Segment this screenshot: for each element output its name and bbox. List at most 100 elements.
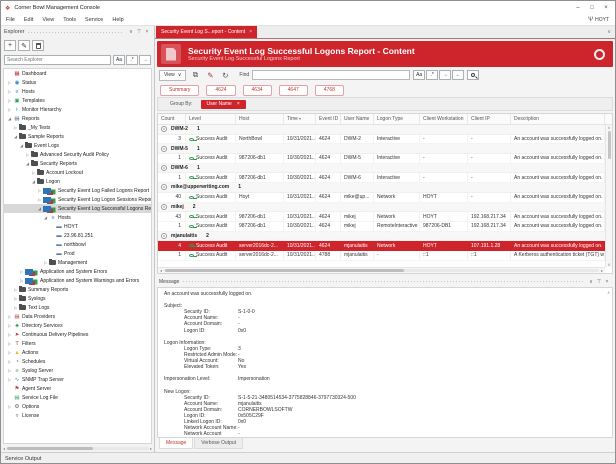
- search-button[interactable]: [467, 70, 479, 80]
- tree-item-hosts[interactable]: ▷≡Hosts: [4, 87, 151, 96]
- tree-item-northbowl[interactable]: ▬northbowl: [4, 240, 151, 249]
- group-by-chip[interactable]: User Name ×: [201, 100, 246, 109]
- column-header-description[interactable]: Description: [511, 114, 605, 124]
- expander-icon[interactable]: ▷: [30, 170, 37, 175]
- expander-icon[interactable]: ▷: [6, 341, 13, 346]
- menu-view[interactable]: View: [42, 17, 54, 23]
- scrollbar-thumb[interactable]: [608, 131, 611, 159]
- tree-item-security-event-log-failed-logons-report[interactable]: ▷Security Event Log Failed Logons Report: [4, 186, 151, 195]
- expander-icon[interactable]: ▷: [6, 404, 13, 409]
- expander-icon[interactable]: ◢: [24, 161, 31, 166]
- tree-item-schedules[interactable]: ▷◔Schedules: [4, 357, 151, 366]
- panel-drag-area[interactable]: [28, 32, 123, 33]
- scroll-right-icon[interactable]: ▸: [601, 268, 603, 273]
- chevron-down-icon[interactable]: ∨: [127, 29, 135, 35]
- pin-icon[interactable]: ⊤: [595, 279, 603, 285]
- table-row[interactable]: 1Success Audit987206-db110/30/2021...462…: [158, 222, 605, 232]
- expander-icon[interactable]: ▷: [18, 269, 25, 274]
- tree-item-license[interactable]: ¤License: [4, 411, 151, 420]
- expander-icon[interactable]: ▷: [6, 368, 13, 373]
- column-header-event-id[interactable]: Event ID: [316, 114, 341, 124]
- tree-item-dashboard[interactable]: ▦Dashboard: [4, 69, 151, 78]
- tree-item-security-reports[interactable]: ◢Security Reports: [4, 159, 151, 168]
- edit-button[interactable]: ✎: [18, 40, 30, 51]
- column-header-time[interactable]: Time ▾: [284, 114, 316, 124]
- find-next-button[interactable]: →: [139, 55, 151, 65]
- remove-group-icon[interactable]: ×: [237, 101, 240, 107]
- expander-icon[interactable]: ◢: [36, 206, 43, 211]
- scrollbar-thumb[interactable]: [7, 447, 93, 450]
- expander-icon[interactable]: ◢: [30, 179, 37, 184]
- chevron-down-icon[interactable]: ∨: [587, 279, 595, 285]
- tree-item-my-tests[interactable]: ▷_My Tests: [4, 123, 151, 132]
- collapse-group-icon[interactable]: ∧: [161, 146, 167, 152]
- scrollbar-track[interactable]: [164, 269, 599, 272]
- expander-icon[interactable]: ◢: [12, 134, 19, 139]
- tab-verbose-output[interactable]: Verbose Output: [194, 438, 243, 449]
- filter-button-4634[interactable]: 4634: [243, 85, 272, 96]
- tab-message[interactable]: Message: [159, 438, 193, 449]
- tree-item-summary-reports[interactable]: ▷Summary Reports: [4, 285, 151, 294]
- maximize-button[interactable]: □: [585, 5, 599, 11]
- tree-item-hoyt[interactable]: ▬HOYT: [4, 222, 151, 231]
- column-header-count[interactable]: Count: [158, 114, 186, 124]
- tree-item-management[interactable]: ▷Management: [4, 258, 151, 267]
- tree-item-23-96-81-251[interactable]: ▬23.96.81.251: [4, 231, 151, 240]
- find-previous-button[interactable]: ←: [452, 70, 464, 80]
- regex-button[interactable]: .*: [126, 55, 138, 65]
- expander-icon[interactable]: ▷: [36, 188, 43, 193]
- filter-button-4624[interactable]: 4624: [206, 85, 235, 96]
- scroll-up-icon[interactable]: ∧: [608, 125, 611, 130]
- table-row[interactable]: 4Success Auditserver2016dc-2...10/31/202…: [158, 241, 605, 251]
- tree-item-actions[interactable]: ▷▲Actions: [4, 348, 151, 357]
- tree-item-text-logs[interactable]: ▷Text Logs: [4, 303, 151, 312]
- expander-icon[interactable]: ◢: [18, 143, 25, 148]
- tree-item-advanced-security-audit-policy[interactable]: ▷Advanced Security Audit Policy: [4, 150, 151, 159]
- column-header-host[interactable]: Host: [236, 114, 284, 124]
- expander-icon[interactable]: ▷: [12, 305, 19, 310]
- group-row-dwm-6[interactable]: ∧DWM-61: [158, 164, 605, 174]
- group-row-mikej[interactable]: ∧mikej2: [158, 203, 605, 213]
- tree-item-agent-server[interactable]: ⚑Agent Server: [4, 384, 151, 393]
- expander-icon[interactable]: ▷: [12, 287, 19, 292]
- column-header-logon-type[interactable]: Logon Type: [374, 114, 420, 124]
- expander-icon[interactable]: ◢: [42, 215, 49, 220]
- menu-tools[interactable]: Tools: [63, 17, 76, 23]
- table-row[interactable]: 40Success AuditHoyt10/31/2021...4624mike…: [158, 193, 605, 203]
- expander-icon[interactable]: ▷: [6, 314, 13, 319]
- tree-item-data-providers[interactable]: ▷▤Data Providers: [4, 312, 151, 321]
- match-case-button[interactable]: Aa: [413, 70, 425, 80]
- tree-item-security-event-log-successful-logons-report[interactable]: ◢Security Event Log Successful Logons Re…: [4, 204, 151, 213]
- scroll-left-icon[interactable]: ◂: [3, 446, 5, 451]
- expander-icon[interactable]: ▷: [6, 377, 13, 382]
- tree-item-logon[interactable]: ◢Logon: [4, 177, 151, 186]
- expander-icon[interactable]: ▷: [6, 350, 13, 355]
- explorer-horizontal-scrollbar[interactable]: ◂ ▸: [1, 444, 154, 452]
- tree-item-application-and-system-errors[interactable]: ▷Application and System Errors: [4, 267, 151, 276]
- find-input[interactable]: [252, 70, 410, 80]
- scroll-down-icon[interactable]: ∨: [608, 262, 611, 267]
- table-row[interactable]: 1Success Auditserver2016dc-2...10/31/202…: [158, 251, 605, 261]
- close-button[interactable]: ×: [599, 5, 613, 11]
- tree-item-sample-reports[interactable]: ◢Sample Reports: [4, 132, 151, 141]
- expander-icon[interactable]: ▷: [6, 359, 13, 364]
- group-row-dwm-2[interactable]: ∧DWM-21: [158, 125, 605, 135]
- table-row[interactable]: 43Success Audit987206-db110/31/2021...46…: [158, 212, 605, 222]
- expander-icon[interactable]: ▷: [6, 107, 13, 112]
- tree-item-snmp-trap-server[interactable]: ▷∿SNMP Trap Server: [4, 375, 151, 384]
- tree-item-status[interactable]: ▷◉Status: [4, 78, 151, 87]
- tree-item-directory-services[interactable]: ▷♣Directory Services: [4, 321, 151, 330]
- close-panel-icon[interactable]: ×: [603, 279, 611, 285]
- tree-item-monitor-hierarchy[interactable]: ▷⊦Monitor Hierarchy: [4, 105, 151, 114]
- expander-icon[interactable]: ▷: [6, 98, 13, 103]
- expander-icon[interactable]: ▷: [12, 125, 19, 130]
- tree-item-reports[interactable]: ◢▤Reports: [4, 114, 151, 123]
- expander-icon[interactable]: ▷: [6, 323, 13, 328]
- table-vertical-scrollbar[interactable]: ∧ ∨: [605, 125, 612, 267]
- regex-button[interactable]: .*: [426, 70, 438, 80]
- pin-icon[interactable]: ⊤: [135, 29, 143, 35]
- match-case-button[interactable]: Aa: [113, 55, 125, 65]
- tree-item-security-event-log-logon-sessions-report[interactable]: ▷Security Event Log Logon Sessions Repor…: [4, 195, 151, 204]
- add-button[interactable]: +: [4, 40, 16, 51]
- view-dropdown[interactable]: View ∨: [159, 70, 186, 81]
